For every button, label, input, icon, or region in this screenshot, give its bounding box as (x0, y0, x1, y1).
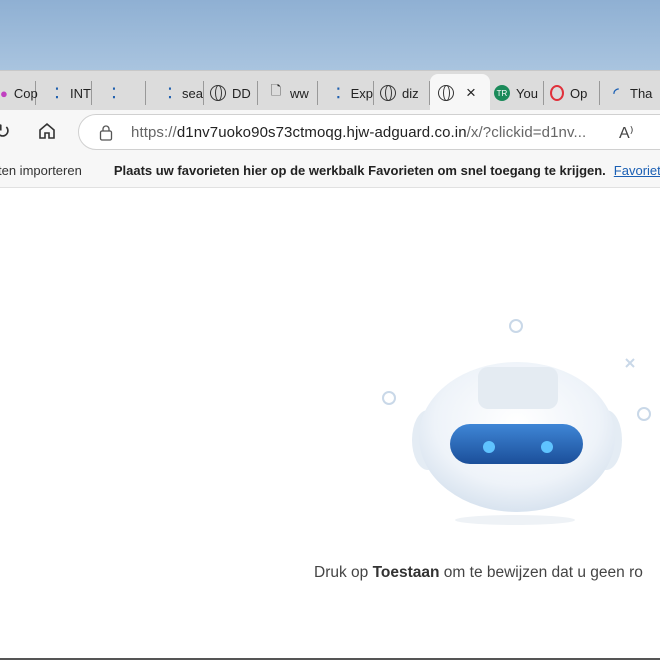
refresh-icon[interactable]: ↻ (0, 119, 11, 144)
tab-label: diz (402, 85, 419, 101)
msg-post: om te bewijzen dat u geen ro (439, 564, 643, 581)
globe-icon (210, 85, 226, 101)
tab-int[interactable]: ⁚ INT (46, 81, 92, 105)
copilot-icon: ● (0, 85, 8, 101)
file-icon: 🗋 (270, 83, 282, 98)
instruction-text: Druk op Toestaan om te bewijzen dat u ge… (314, 564, 643, 582)
tab-youtube[interactable]: TR You (490, 81, 544, 105)
globe-icon (438, 84, 454, 101)
dots-icon: ⁚ (54, 84, 60, 101)
tab-label: sea (182, 85, 203, 101)
arc-icon: ◜ (613, 85, 619, 100)
tab-strip: ● Cop ⁚ INT ⁚ ⁚ sea DD 🗋 ww ⁚ Exp diz × TR You… (0, 70, 660, 111)
url-scheme: https:// (131, 123, 177, 141)
tab-label: INT (70, 85, 91, 101)
import-favorites-link[interactable]: ten importeren (0, 163, 82, 178)
opera-icon (550, 85, 564, 101)
toolbar: ↻ https://d1nv7uoko90s73ctmoqg.hjw-adgua… (0, 110, 660, 154)
favorites-bar: ten importeren Plaats uw favorieten hier… (0, 154, 660, 188)
tab-label: DD (232, 85, 251, 101)
robot-illustration (382, 319, 651, 525)
close-tab-icon[interactable]: × (466, 83, 476, 103)
tab-label: Exp (350, 85, 373, 101)
tab-tha[interactable]: ◜ Tha (604, 81, 660, 105)
tab-label: ww (290, 85, 309, 101)
home-icon[interactable] (38, 122, 56, 140)
url-path: /x/?clickid=d1nv... (466, 123, 587, 141)
msg-pre: Druk op (314, 564, 373, 581)
desktop-background (0, 0, 660, 70)
globe-icon (380, 85, 396, 101)
address-bar[interactable]: https://d1nv7uoko90s73ctmoqg.hjw-adguard… (78, 114, 660, 150)
tab-label: Cop (13, 85, 38, 101)
url-text[interactable]: https://d1nv7uoko90s73ctmoqg.hjw-adguard… (131, 124, 586, 141)
dots-icon: ⁚ (167, 84, 173, 101)
lock-icon[interactable] (99, 125, 113, 141)
tab-search[interactable]: ⁚ sea (160, 81, 204, 105)
tab-exp[interactable]: ⁚ Exp (328, 81, 374, 105)
dots-icon: ⁚ (111, 84, 117, 101)
favorites-link[interactable]: Favorieten (614, 163, 660, 178)
tab-label: Tha (630, 85, 653, 101)
tab-ww[interactable]: 🗋 ww (264, 81, 318, 105)
tab-dd[interactable]: DD (206, 81, 258, 105)
tab-opera[interactable]: Op (546, 81, 600, 105)
tab-label: You (516, 85, 538, 101)
tab-loading[interactable]: ⁚ (102, 81, 146, 105)
url-host: d1nv7uoko90s73ctmoqg.hjw-adguard.co.in (176, 123, 467, 141)
tab-label: Op (570, 85, 588, 101)
msg-bold: Toestaan (372, 564, 440, 581)
dots-icon: ⁚ (336, 84, 341, 101)
page-content: Druk op Toestaan om te bewijzen dat u ge… (0, 189, 660, 659)
tr-icon: TR (494, 85, 510, 101)
read-aloud-icon[interactable]: A⁾ (619, 123, 634, 143)
tab-diz[interactable]: diz (376, 81, 430, 105)
tab-copilot[interactable]: ● Cop (0, 81, 38, 105)
favorites-hint: Plaats uw favorieten hier op de werkbalk… (113, 163, 606, 178)
tab-active[interactable]: × (430, 74, 490, 111)
